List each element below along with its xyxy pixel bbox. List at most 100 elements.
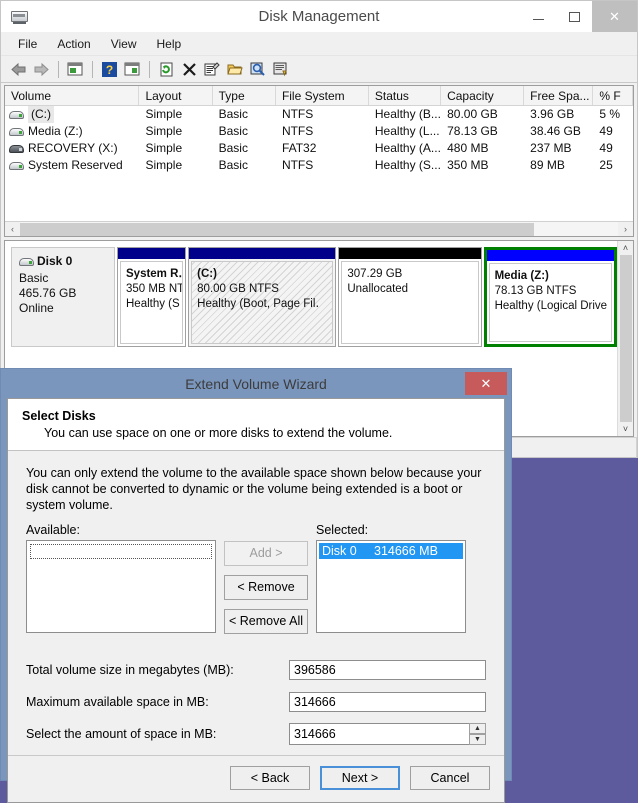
table-row[interactable]: System Reserved Simple Basic NTFS Health… <box>5 157 633 174</box>
available-disks-listbox[interactable] <box>26 540 216 633</box>
open-folder-icon[interactable] <box>224 58 246 80</box>
partition-system-reserved[interactable]: System R․ 350 MB NT Healthy (S <box>117 247 187 347</box>
wizard-title-bar: Extend Volume Wizard ✕ <box>1 369 511 398</box>
wizard-content: Select Disks You can use space on one or… <box>7 398 505 803</box>
add-button[interactable]: Add > <box>224 541 308 566</box>
menu-action[interactable]: Action <box>48 34 99 54</box>
spinner-up-icon[interactable]: ▲ <box>469 723 486 734</box>
volume-label: Media (Z:) <box>28 124 83 138</box>
menu-help[interactable]: Help <box>148 34 191 54</box>
back-button[interactable]: < Back <box>230 766 310 790</box>
refresh-icon[interactable] <box>155 58 177 80</box>
cell-volume: (C:) <box>5 106 139 123</box>
wizard-footer: < Back Next > Cancel <box>8 755 504 802</box>
partition-status: Healthy (Boot, Page Fil․ <box>197 298 320 310</box>
available-focus-item[interactable] <box>30 544 212 559</box>
partition-unallocated[interactable]: 307.29 GB Unallocated <box>338 247 482 347</box>
search-icon[interactable] <box>247 58 269 80</box>
disk-info-panel[interactable]: Disk 0 Basic 465.76 GB Online <box>11 247 115 347</box>
scroll-down-arrow-icon[interactable]: ˅ <box>623 424 628 434</box>
spinner-down-icon[interactable]: ▼ <box>469 734 486 745</box>
help-icon[interactable]: ? <box>98 58 120 80</box>
column-header-percent-free[interactable]: % F <box>593 86 633 105</box>
disk-icon <box>19 256 34 267</box>
scroll-left-arrow-icon[interactable]: ‹ <box>5 222 20 237</box>
cell-status: Healthy (B... <box>374 107 441 121</box>
toolbar-separator <box>58 60 59 78</box>
toolbar: ? <box>1 56 637 83</box>
scroll-up-arrow-icon[interactable]: ˄ <box>623 243 628 253</box>
disk-title: Disk 0 <box>19 254 107 269</box>
max-available-space-input[interactable]: 314666 <box>289 692 486 712</box>
wizard-header: Select Disks You can use space on one or… <box>8 399 504 451</box>
disk-view-vertical-scrollbar[interactable]: ˄ ˅ <box>617 241 633 436</box>
scroll-thumb[interactable] <box>619 255 632 422</box>
remove-all-button[interactable]: < Remove All <box>224 609 308 634</box>
forward-arrow-icon[interactable] <box>30 58 52 80</box>
partition-strip: System R․ 350 MB NT Healthy (S (C:) 80.0… <box>117 247 617 347</box>
disk-row-0: Disk 0 Basic 465.76 GB Online System R․ … <box>11 247 617 347</box>
title-bar: Disk Management ✕ <box>1 1 637 32</box>
cell-percent-free: 5 % <box>599 107 621 121</box>
column-header-layout[interactable]: Layout <box>139 86 213 105</box>
table-row[interactable]: (C:) Simple Basic NTFS Healthy (B... 80.… <box>5 106 633 123</box>
cell-percent-free: 49 <box>599 141 613 155</box>
cell-volume: RECOVERY (X:) <box>5 140 139 157</box>
table-row[interactable]: RECOVERY (X:) Simple Basic FAT32 Healthy… <box>5 140 633 157</box>
menu-view[interactable]: View <box>102 34 146 54</box>
volume-label: RECOVERY (X:) <box>28 141 118 155</box>
amount-of-space-stepper[interactable]: 314666 ▲ ▼ <box>289 723 486 745</box>
column-header-free-space[interactable]: Free Spa... <box>524 86 594 105</box>
disk-size: 465.76 GB <box>19 286 77 300</box>
partition-c-drive[interactable]: (C:) 80.00 GB NTFS Healthy (Boot, Page F… <box>188 247 337 347</box>
wizard-title: Extend Volume Wizard <box>185 375 327 392</box>
amount-of-space-input[interactable]: 314666 <box>289 723 469 745</box>
column-header-capacity[interactable]: Capacity <box>441 86 525 105</box>
selected-disks-listbox[interactable]: Disk 0 314666 MB <box>316 540 466 633</box>
scroll-thumb[interactable] <box>20 222 535 236</box>
cell-file-system: FAT32 <box>281 141 317 155</box>
cell-percent-free: 49 <box>599 124 613 138</box>
volume-list-horizontal-scrollbar[interactable]: ‹ › <box>5 221 633 236</box>
cell-free-space: 89 MB <box>530 158 565 172</box>
total-volume-size-input[interactable]: 396586 <box>289 660 486 680</box>
partition-name: (C:) <box>197 268 217 280</box>
selected-column: Selected: Disk 0 314666 MB <box>316 523 466 643</box>
minimize-button[interactable] <box>520 1 556 32</box>
wizard-note: You can only extend the volume to the av… <box>26 466 482 512</box>
properties-icon[interactable] <box>201 58 223 80</box>
wizard-page-subtitle: You can use space on one or more disks t… <box>44 426 393 440</box>
cell-status: Healthy (A... <box>374 141 441 155</box>
menu-file[interactable]: File <box>9 34 46 54</box>
partition-color-bar <box>118 248 186 259</box>
column-header-file-system[interactable]: File System <box>276 86 369 105</box>
cell-type: Basic <box>218 107 248 121</box>
scroll-track[interactable] <box>20 221 618 236</box>
show-hide-pane-icon[interactable] <box>121 58 143 80</box>
volume-label: System Reserved <box>28 158 123 172</box>
column-header-type[interactable]: Type <box>213 86 276 105</box>
field-amount-of-space: Select the amount of space in MB: 314666… <box>26 723 486 745</box>
list-item[interactable]: Disk 0 314666 MB <box>319 543 463 559</box>
window-controls: ✕ <box>520 1 637 32</box>
cell-capacity: 78.13 GB <box>447 124 498 138</box>
remove-button[interactable]: < Remove <box>224 575 308 600</box>
column-header-status[interactable]: Status <box>369 86 442 105</box>
cancel-button[interactable]: Cancel <box>410 766 490 790</box>
partition-status: Healthy (S <box>126 298 180 310</box>
volume-label: (C:) <box>28 106 54 123</box>
close-button[interactable]: ✕ <box>592 1 637 32</box>
back-arrow-icon[interactable] <box>7 58 29 80</box>
volume-icon <box>9 126 24 137</box>
selected-disk-name: Disk 0 <box>322 544 357 558</box>
column-header-volume[interactable]: Volume <box>5 86 140 105</box>
maximize-button[interactable] <box>556 1 592 32</box>
next-button[interactable]: Next > <box>320 766 400 790</box>
partition-media-z[interactable]: Media (Z:) 78.13 GB NTFS Healthy (Logica… <box>483 247 617 347</box>
rescan-disks-icon[interactable] <box>270 58 292 80</box>
delete-icon[interactable] <box>178 58 200 80</box>
wizard-close-button[interactable]: ✕ <box>465 372 507 395</box>
up-folder-icon[interactable] <box>64 58 86 80</box>
scroll-right-arrow-icon[interactable]: › <box>618 222 633 237</box>
table-row[interactable]: Media (Z:) Simple Basic NTFS Healthy (L.… <box>5 123 633 140</box>
